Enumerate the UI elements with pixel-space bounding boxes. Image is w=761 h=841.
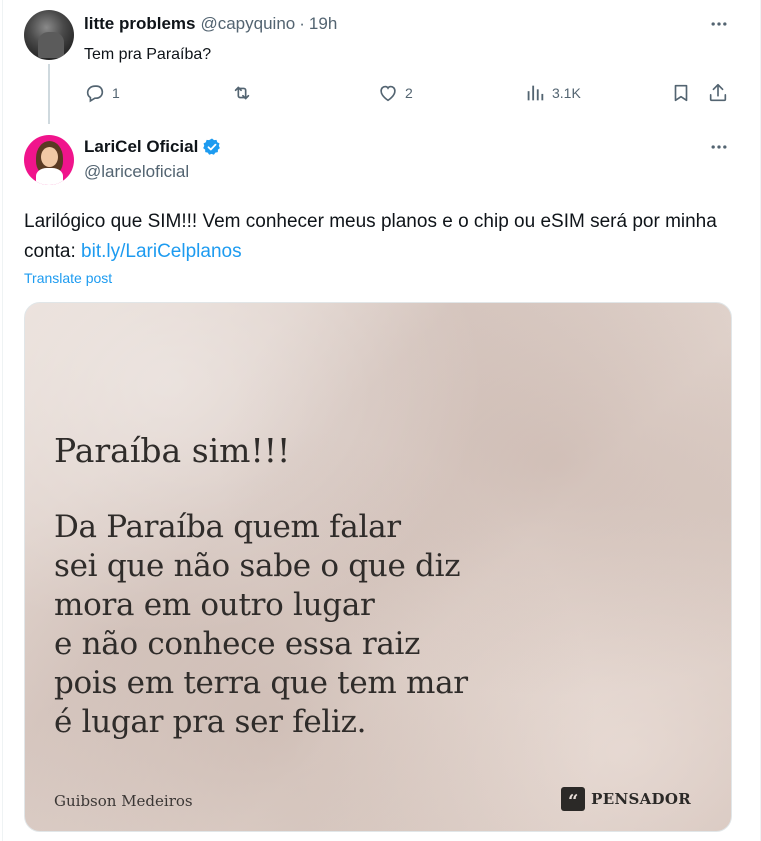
reply-tweet[interactable]: litte problems @capyquino · 19h Tem pra …: [0, 0, 761, 124]
like-icon: [380, 85, 396, 102]
share-button[interactable]: [707, 82, 729, 104]
quote-line: mora em outro lugar: [54, 587, 375, 623]
main-header: LariCel Oficial: [84, 137, 222, 157]
main-tweet-text: Larilógico que SIM!!! Vem conhecer meus …: [24, 207, 744, 267]
share-icon: [709, 83, 727, 102]
bookmark-icon: [674, 84, 688, 102]
main-avatar[interactable]: [24, 135, 74, 185]
quote-title: Paraíba sim!!!: [54, 431, 291, 470]
pensador-logo: “ PENSADOR: [561, 787, 691, 811]
quote-line: e não conhece essa raiz: [54, 626, 421, 662]
translate-post-link[interactable]: Translate post: [24, 270, 112, 286]
media-image[interactable]: Paraíba sim!!! Da Paraíba quem falar sei…: [24, 302, 732, 832]
like-count: 2: [405, 85, 413, 101]
more-icon[interactable]: [707, 137, 731, 157]
main-author-handle[interactable]: @lariceloficial: [84, 162, 189, 182]
main-author-name[interactable]: LariCel Oficial: [84, 137, 198, 157]
retweet-icon: [234, 86, 250, 100]
bookmark-button[interactable]: [670, 82, 692, 104]
quote-poem: Da Paraíba quem falar sei que não sabe o…: [54, 508, 468, 742]
reply-timestamp[interactable]: 19h: [309, 14, 337, 34]
reply-text: Tem pra Paraíba?: [84, 46, 212, 63]
like-button[interactable]: 2: [377, 82, 413, 104]
reply-count: 1: [112, 85, 120, 101]
views-icon: [527, 85, 544, 101]
avatar-face: [41, 147, 58, 167]
avatar-body: [36, 168, 63, 185]
retweet-button[interactable]: [231, 82, 259, 104]
reply-action-bar: 1 2 3.1K: [84, 82, 744, 106]
quote-line: pois em terra que tem mar: [54, 665, 468, 701]
views-button[interactable]: 3.1K: [524, 82, 581, 104]
reply-author-name[interactable]: litte problems: [84, 14, 195, 34]
verified-badge-icon[interactable]: [202, 137, 222, 157]
reply-avatar[interactable]: [24, 10, 74, 60]
thread-connector-line: [48, 64, 50, 124]
pensador-wordmark: PENSADOR: [591, 790, 691, 808]
reply-button[interactable]: 1: [84, 82, 120, 104]
reply-author-handle[interactable]: @capyquino: [200, 14, 295, 34]
view-count: 3.1K: [552, 85, 581, 101]
pensador-quote-icon: “: [561, 787, 586, 811]
quote-author: Guibson Medeiros: [54, 792, 193, 810]
left-border: [2, 0, 3, 841]
more-icon[interactable]: [707, 14, 731, 34]
quote-line: sei que não sabe o que diz: [54, 548, 461, 584]
reply-icon: [86, 85, 104, 103]
reply-header: litte problems @capyquino · 19h: [84, 14, 337, 34]
quote-line: é lugar pra ser feliz.: [54, 704, 367, 740]
plans-link[interactable]: bit.ly/LariCelplanos: [81, 241, 242, 262]
separator-dot: ·: [299, 14, 305, 33]
quote-line: Da Paraíba quem falar: [54, 509, 401, 545]
